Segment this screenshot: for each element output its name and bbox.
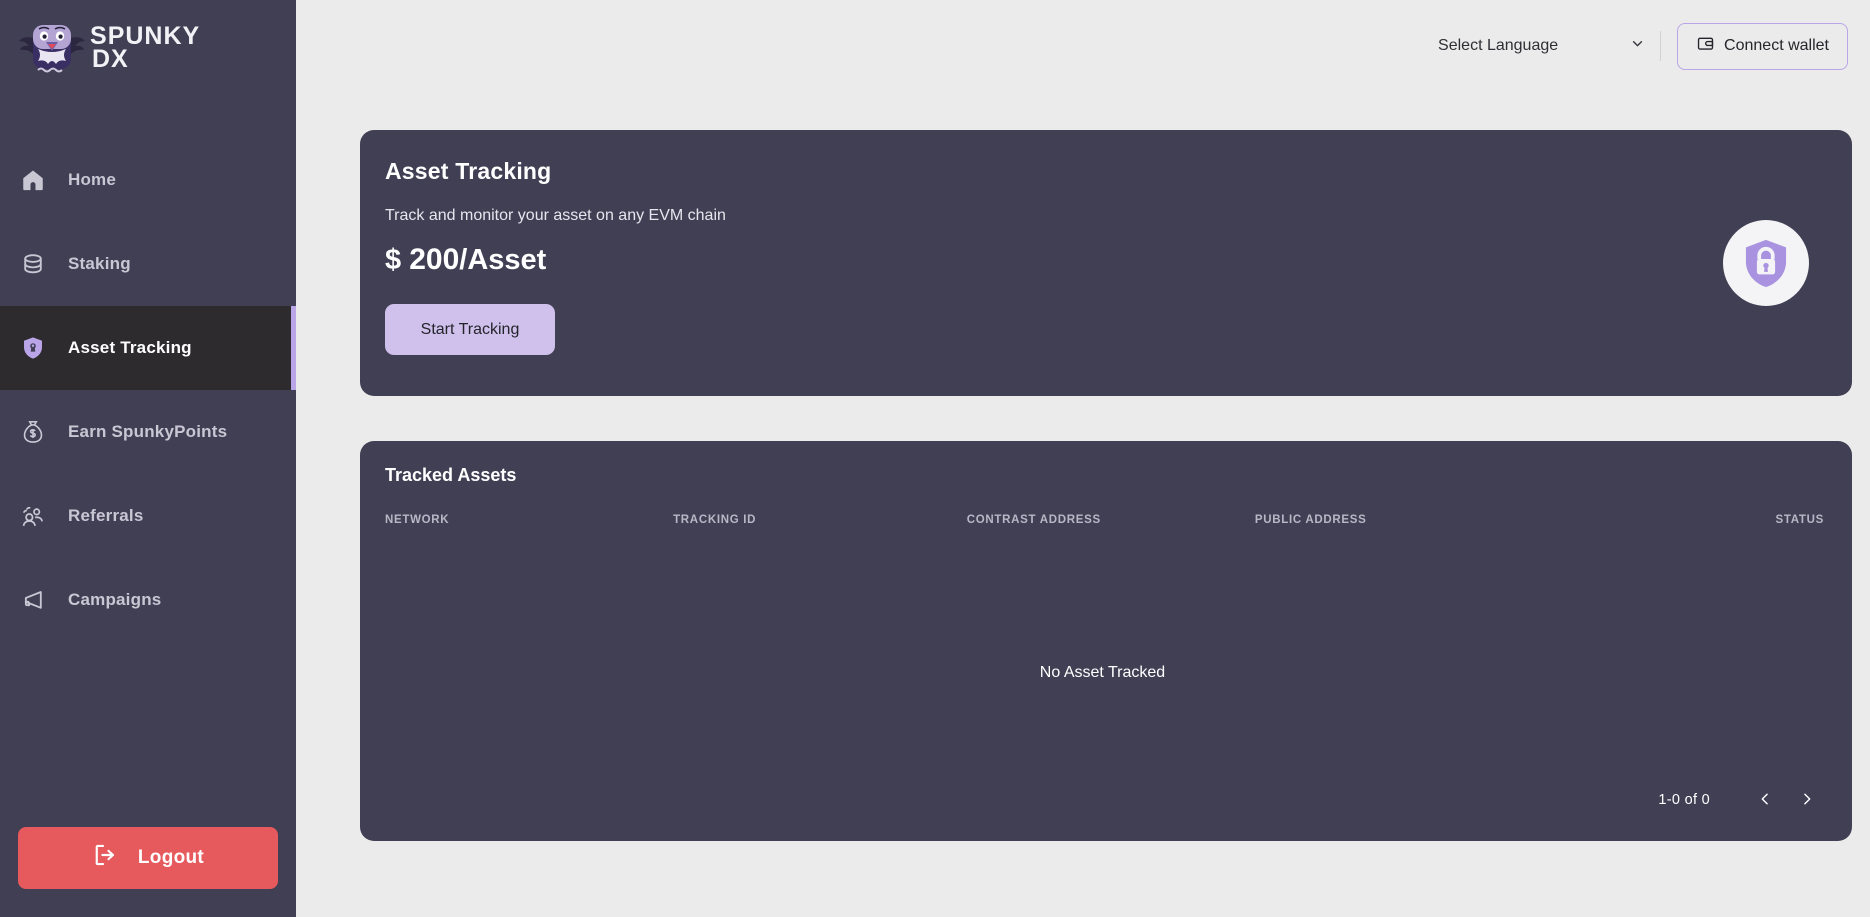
app-root: SPUNKY DX Home Staking Asset Tracking Ea… (0, 0, 1870, 917)
hero-subtitle: Track and monitor your asset on any EVM … (385, 207, 726, 224)
language-selector-value: Select Language (1438, 37, 1559, 54)
pagination-range-label: 1-0 of 0 (1658, 792, 1710, 808)
start-tracking-button[interactable]: Start Tracking (385, 304, 555, 355)
pagination-next-button[interactable] (1790, 783, 1824, 817)
empty-state-message: No Asset Tracked (1039, 663, 1166, 681)
price-currency: $ (385, 244, 402, 276)
brand-logo[interactable]: SPUNKY DX (0, 0, 296, 96)
page-title: Asset Tracking (385, 158, 552, 184)
database-stack-icon (16, 247, 50, 281)
sidebar-item-asset-tracking[interactable]: Asset Tracking (0, 306, 296, 390)
connect-wallet-button[interactable]: Connect wallet (1677, 22, 1848, 70)
price-amount: 200 (409, 243, 460, 276)
chevron-right-icon (1798, 790, 1816, 811)
tracked-assets-card: Tracked Assets NETWORK TRACKING ID CONTR… (360, 441, 1852, 841)
logout-arrow-icon (92, 842, 118, 874)
shield-lock-icon (16, 331, 50, 365)
brand-line-2: DX (92, 45, 129, 73)
sidebar-item-home[interactable]: Home (0, 138, 296, 222)
spunky-mascot-logo (18, 17, 86, 79)
connect-wallet-label: Connect wallet (1724, 37, 1829, 54)
users-group-icon (16, 499, 50, 533)
wallet-icon (1696, 34, 1715, 58)
language-selector[interactable]: Select Language (1424, 25, 1656, 67)
sidebar-item-label: Campaigns (68, 590, 162, 609)
sidebar-item-label: Asset Tracking (68, 338, 192, 357)
tracked-assets-title: Tracked Assets (385, 465, 517, 485)
topbar-divider (1660, 31, 1662, 61)
sidebar-item-label: Staking (68, 254, 131, 273)
logout-container: Logout (0, 827, 296, 917)
chevron-down-icon (1629, 35, 1646, 57)
sidebar-item-campaigns[interactable]: Campaigns (0, 558, 296, 642)
sidebar-item-earn-spunkypoints[interactable]: Earn SpunkyPoints (0, 390, 296, 474)
topbar: Select Language Connect wallet (296, 0, 1870, 92)
sidebar-item-staking[interactable]: Staking (0, 222, 296, 306)
price-unit: /Asset (459, 244, 547, 276)
sidebar-item-referrals[interactable]: Referrals (0, 474, 296, 558)
megaphone-icon (16, 583, 50, 617)
sidebar-nav: Home Staking Asset Tracking Earn SpunkyP… (0, 138, 296, 642)
main-area: Select Language Connect wallet Asset Tra… (296, 0, 1870, 917)
table-empty-state: No Asset Tracked (378, 504, 1827, 841)
chevron-left-icon (1756, 790, 1774, 811)
asset-tracking-hero-card: Asset Tracking Track and monitor your as… (360, 130, 1852, 396)
sidebar-item-label: Earn SpunkyPoints (68, 422, 228, 441)
brand-wordmark: SPUNKY DX (90, 24, 200, 73)
money-bag-icon (16, 415, 50, 449)
home-icon (16, 163, 50, 197)
logout-label: Logout (137, 847, 205, 868)
sidebar: SPUNKY DX Home Staking Asset Tracking Ea… (0, 0, 296, 917)
pagination: 1-0 of 0 (1658, 783, 1824, 817)
content-area: Asset Tracking Track and monitor your as… (296, 92, 1870, 841)
sidebar-item-label: Home (68, 170, 117, 189)
hero-price: $ 200/Asset (385, 243, 1820, 277)
pagination-prev-button[interactable] (1748, 783, 1782, 817)
sidebar-item-label: Referrals (68, 506, 144, 525)
logout-button[interactable]: Logout (18, 827, 278, 889)
shield-padlock-icon (1723, 220, 1809, 306)
